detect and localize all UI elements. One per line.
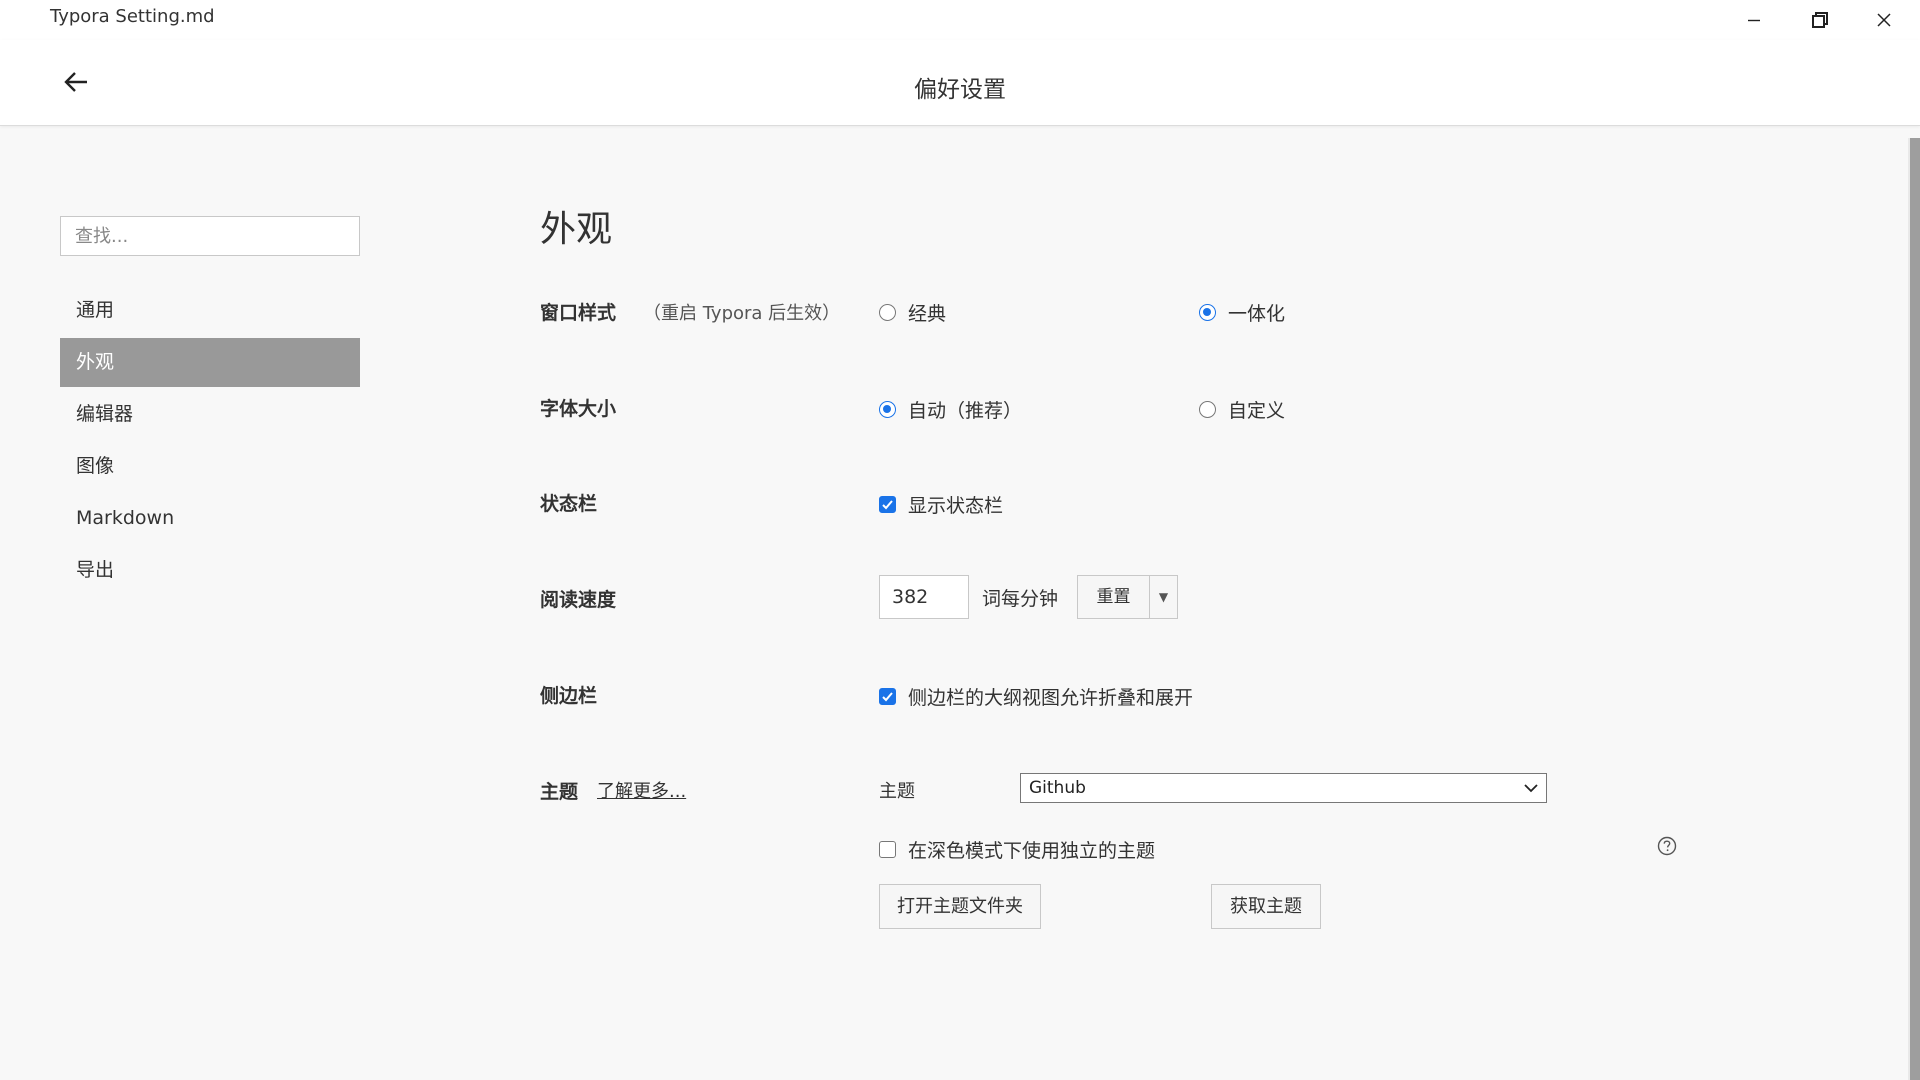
chevron-down-icon (1524, 784, 1538, 793)
status-bar-option[interactable]: 显示状态栏 (879, 491, 1003, 518)
font-size-auto-option[interactable]: 自动（推荐） (879, 396, 1022, 423)
window-style-unified-option[interactable]: 一体化 (1199, 299, 1285, 326)
title-bar: Typora Setting.md (0, 0, 1920, 40)
page-title: 偏好设置 (914, 77, 1006, 103)
sidebar-item-general[interactable]: 通用 (60, 286, 360, 335)
window-style-note: （重启 Typora 后生效） (643, 303, 841, 324)
window-style-unified-label: 一体化 (1228, 303, 1286, 325)
window-style-label: 窗口样式 (540, 302, 617, 324)
section-title: 外观 (540, 209, 613, 250)
status-bar-checkbox-label: 显示状态栏 (908, 495, 1004, 517)
sidebar-nav: 通用 外观 编辑器 图像 Markdown 导出 (60, 286, 360, 598)
search-input[interactable] (60, 216, 360, 256)
get-themes-button[interactable]: 获取主题 (1211, 884, 1321, 929)
radio-unified[interactable] (1199, 304, 1216, 321)
scrollbar-thumb[interactable] (1910, 138, 1920, 1080)
dark-mode-theme-checkbox[interactable] (879, 841, 896, 858)
reading-speed-input[interactable]: 382 (879, 575, 969, 619)
window-style-classic-label: 经典 (908, 303, 947, 325)
font-size-auto-label: 自动（推荐） (908, 400, 1023, 422)
reading-speed-label: 阅读速度 (540, 589, 617, 611)
radio-custom[interactable] (1199, 401, 1216, 418)
sidebar-outline-option[interactable]: 侧边栏的大纲视图允许折叠和展开 (879, 683, 1193, 710)
reading-speed-unit: 词每分钟 (982, 588, 1059, 610)
sidebar-item-editor[interactable]: 编辑器 (60, 390, 360, 439)
close-icon (1877, 13, 1891, 27)
sidebar-item-image[interactable]: 图像 (60, 442, 360, 491)
theme-label: 主题 (540, 781, 579, 803)
window-title: Typora Setting.md (50, 6, 215, 27)
question-circle-icon[interactable] (1657, 836, 1677, 856)
open-theme-folder-button[interactable]: 打开主题文件夹 (879, 884, 1041, 929)
reset-button[interactable]: 重置 (1077, 575, 1150, 619)
dark-mode-theme-label: 在深色模式下使用独立的主题 (908, 840, 1156, 862)
preferences-header: 偏好设置 (0, 40, 1920, 126)
reset-dropdown-button[interactable]: ▼ (1149, 575, 1178, 619)
restore-icon (1812, 12, 1828, 28)
window-style-classic-option[interactable]: 经典 (879, 299, 946, 326)
theme-select-value: Github (1029, 778, 1086, 798)
sidebar-item-markdown[interactable]: Markdown (60, 494, 360, 543)
dark-mode-theme-option[interactable]: 在深色模式下使用独立的主题 (879, 836, 1155, 863)
sidebar-outline-checkbox-label: 侧边栏的大纲视图允许折叠和展开 (908, 687, 1194, 709)
theme-select[interactable]: Github (1020, 773, 1547, 803)
status-bar-checkbox[interactable] (879, 496, 896, 513)
sidebar-item-appearance[interactable]: 外观 (60, 338, 360, 387)
minimize-button[interactable] (1722, 0, 1786, 40)
font-size-custom-label: 自定义 (1228, 400, 1286, 422)
scrollbar[interactable] (1908, 138, 1920, 1080)
font-size-label: 字体大小 (540, 398, 617, 420)
radio-auto[interactable] (879, 401, 896, 418)
minimize-icon (1748, 19, 1760, 22)
theme-select-label: 主题 (879, 781, 915, 802)
restore-button[interactable] (1788, 0, 1852, 40)
close-button[interactable] (1852, 0, 1916, 40)
sidebar-outline-checkbox[interactable] (879, 688, 896, 705)
radio-classic[interactable] (879, 304, 896, 321)
learn-more-link[interactable]: 了解更多... (597, 777, 686, 803)
font-size-custom-option[interactable]: 自定义 (1199, 396, 1285, 423)
sidebar-item-export[interactable]: 导出 (60, 546, 360, 595)
status-bar-label: 状态栏 (540, 493, 598, 515)
sidebar-setting-label: 侧边栏 (540, 685, 598, 707)
